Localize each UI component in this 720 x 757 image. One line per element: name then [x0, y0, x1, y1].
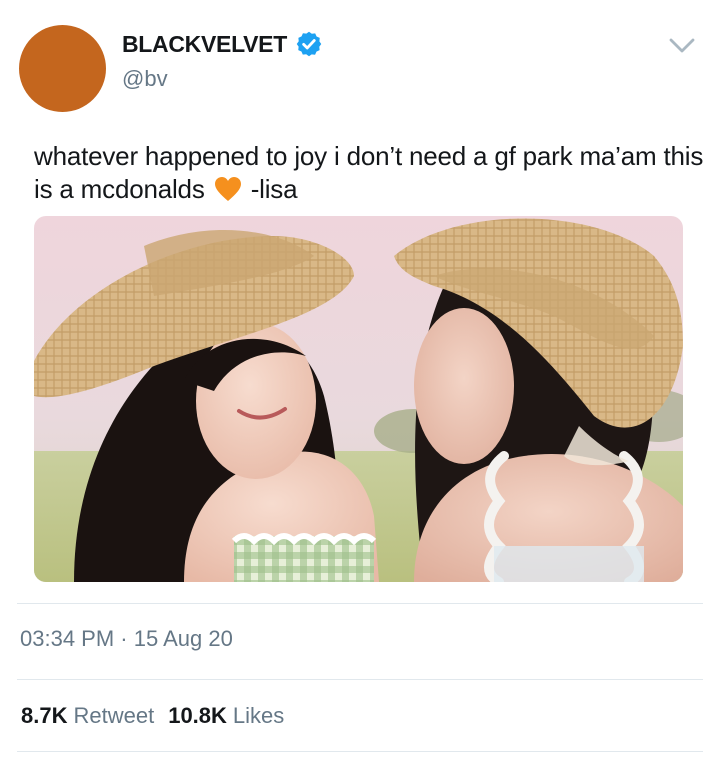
tweet-text-part: whatever happened to joy i don’t need a … [34, 141, 704, 204]
likes-stat[interactable]: 10.8K Likes [168, 703, 284, 729]
likes-label: Likes [232, 703, 285, 728]
verified-badge-icon [296, 31, 322, 57]
likes-count: 10.8K [168, 703, 227, 728]
tweet-timestamp[interactable]: 03:34 PM · 15 Aug 20 [20, 626, 233, 652]
divider [17, 679, 703, 680]
retweets-label: Retweet [73, 703, 155, 728]
display-name[interactable]: BLACKVELVET [122, 31, 287, 58]
retweets-stat[interactable]: 8.7K Retweet [21, 703, 154, 729]
divider [17, 751, 703, 752]
divider [17, 603, 703, 604]
tweet-stats: 8.7K Retweet 10.8K Likes [21, 703, 284, 729]
tweet-text-signature: -lisa [250, 174, 298, 204]
author-handle[interactable]: @bv [122, 66, 168, 92]
tweet-text: whatever happened to joy i don’t need a … [34, 140, 704, 206]
tweet-photo[interactable] [34, 216, 683, 582]
author-name-row: BLACKVELVET [122, 30, 323, 58]
avatar[interactable] [19, 25, 106, 112]
photo-illustration [34, 216, 683, 582]
chevron-down-icon[interactable] [668, 36, 696, 56]
retweets-count: 8.7K [21, 703, 68, 728]
orange-heart-icon [214, 177, 241, 201]
tweet-card: BLACKVELVET @bv whatever happened to joy… [0, 0, 720, 757]
